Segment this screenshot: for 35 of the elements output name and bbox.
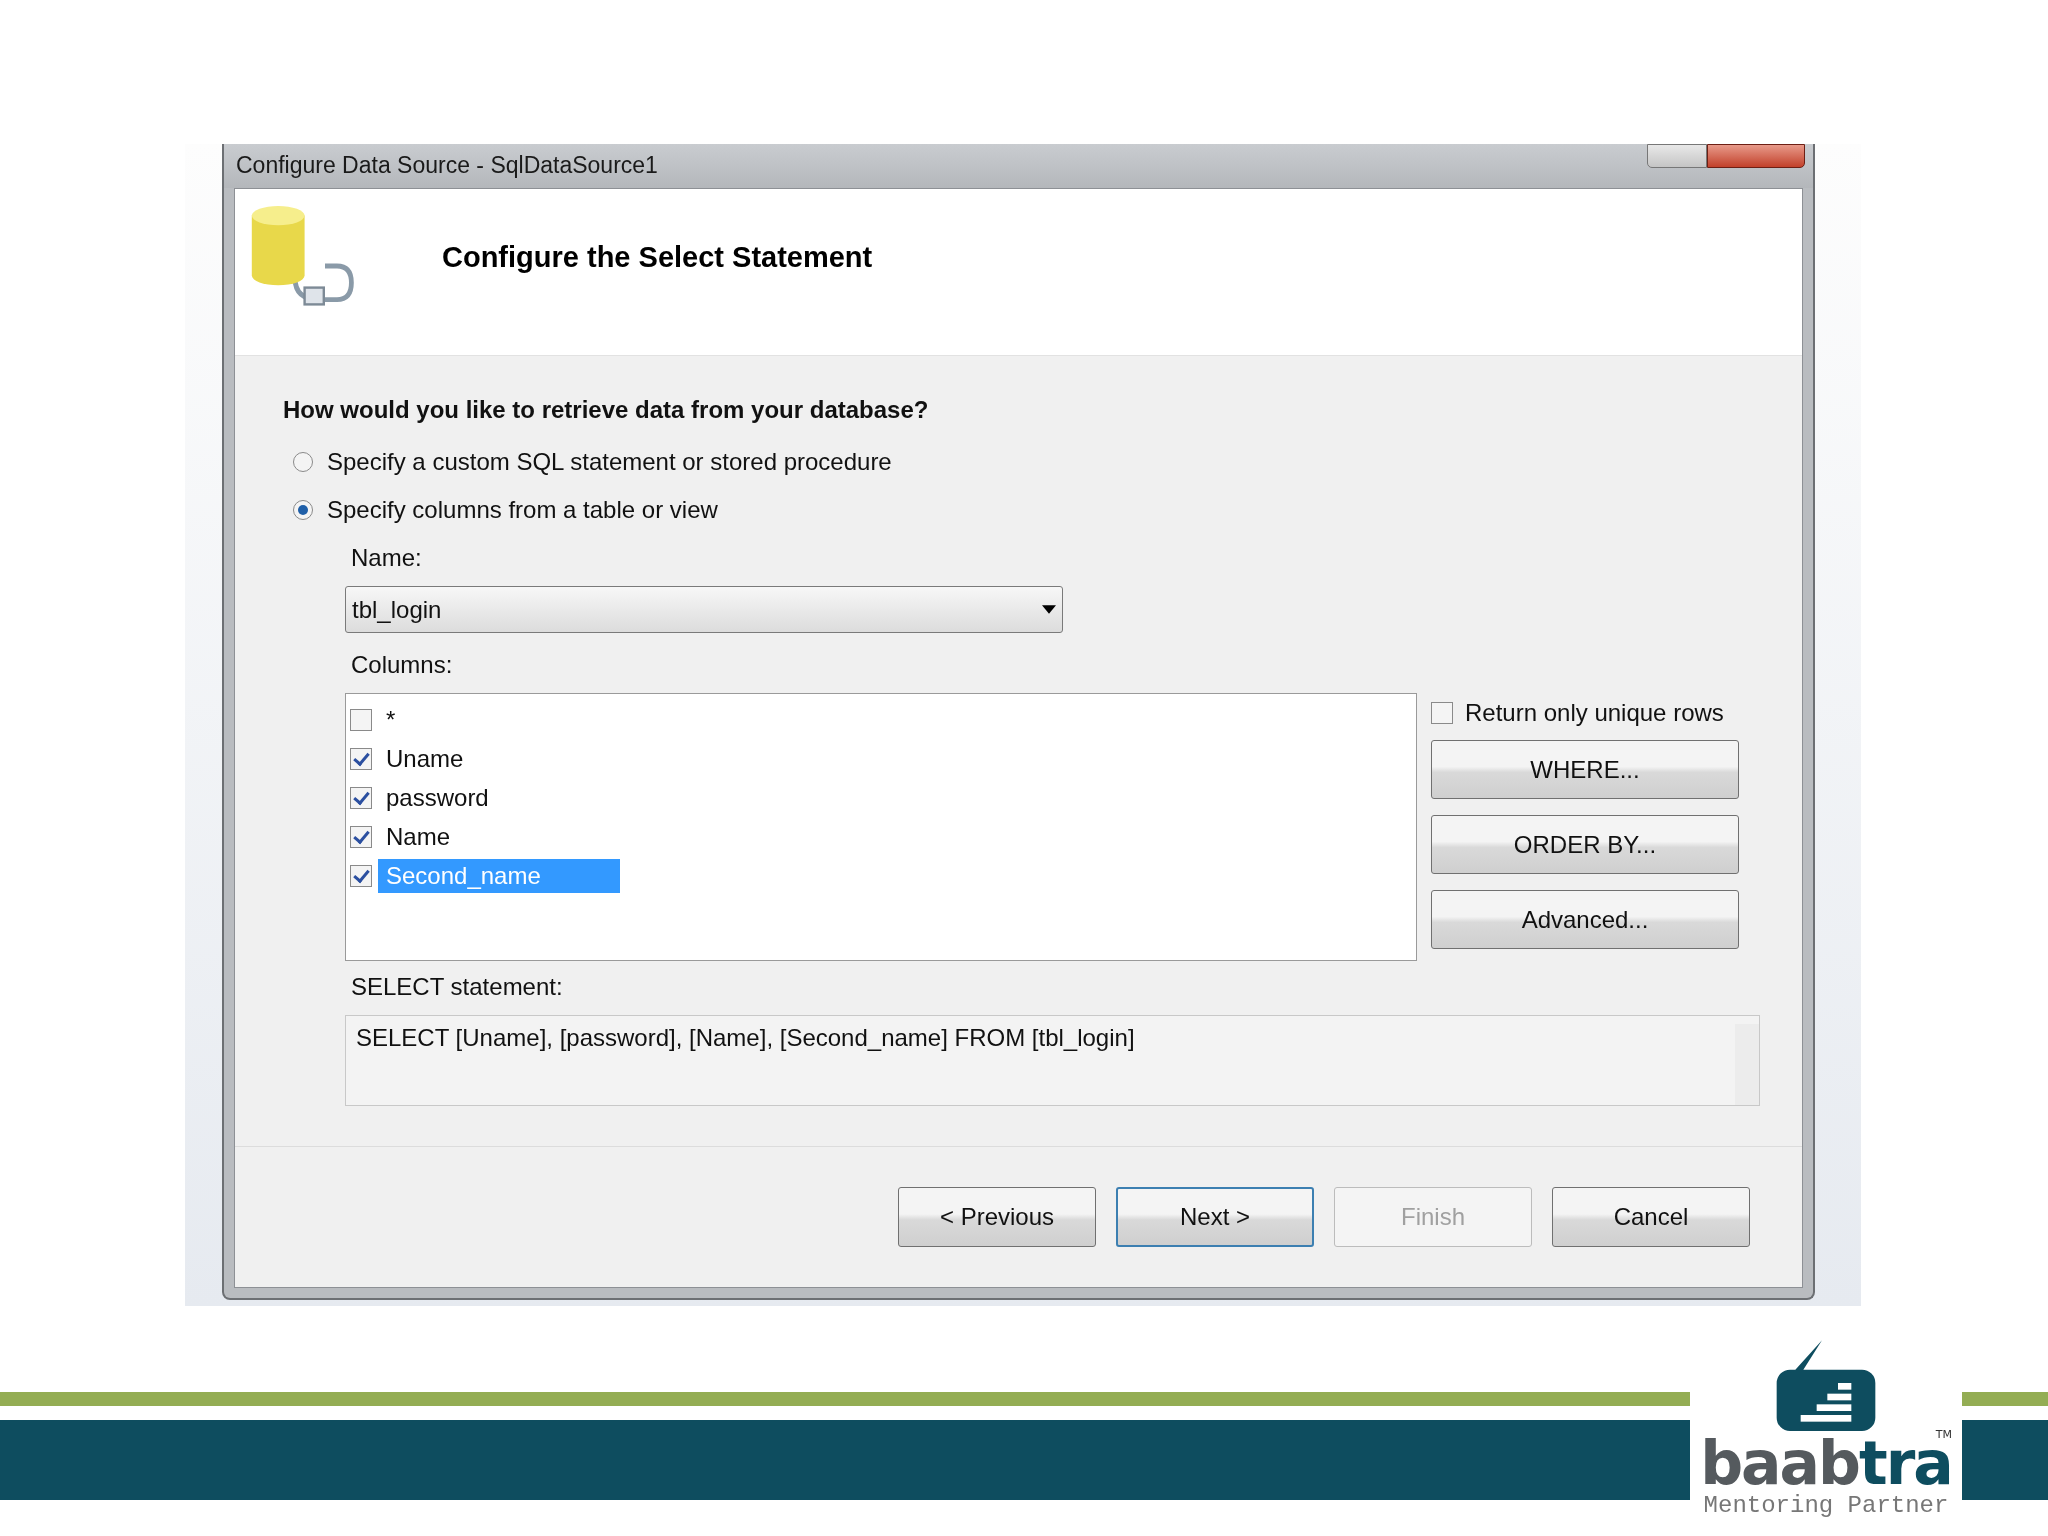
wizard-button[interactable]: Next >	[1116, 1187, 1314, 1247]
clause-button[interactable]: Advanced...	[1431, 890, 1739, 949]
column-item[interactable]: Uname	[378, 741, 472, 776]
clause-button[interactable]: WHERE...	[1431, 740, 1739, 799]
clause-button[interactable]: ORDER BY...	[1431, 815, 1739, 874]
checkbox[interactable]	[1431, 701, 1453, 724]
statement-field[interactable]: SELECT [Uname], [password], [Name], [Second_name] FROM [tbl_login]	[345, 1015, 1760, 1106]
column-item[interactable]: *	[378, 702, 404, 737]
wizard-button[interactable]: < Previous	[898, 1187, 1096, 1247]
page-heading: Configure the Select Statement	[442, 240, 873, 274]
caret-icon	[1042, 605, 1056, 614]
help-button[interactable]	[1647, 144, 1707, 168]
wizard-button[interactable]: Cancel	[1552, 1187, 1750, 1247]
checkbox[interactable]	[350, 747, 372, 770]
window-title: Configure Data Source - SqlDataSource1	[236, 151, 658, 179]
column-item[interactable]: password	[378, 780, 497, 815]
radio-button[interactable]	[293, 500, 313, 520]
question-text: How would you like to retrieve data from your database?	[283, 396, 930, 424]
column-item[interactable]: Name	[378, 819, 459, 854]
checkbox[interactable]	[350, 825, 372, 848]
name-label: Name:	[351, 544, 423, 572]
checkbox[interactable]	[350, 708, 372, 731]
logo-tagline: Mentoring Partner	[1703, 1492, 1949, 1519]
table-dropdown[interactable]: tbl_login	[345, 586, 1063, 633]
checkbox[interactable]	[350, 864, 372, 887]
statement-label: SELECT statement:	[351, 973, 564, 1001]
checkbox-label[interactable]: Return only unique rows	[1465, 698, 1724, 727]
checkbox[interactable]	[350, 786, 372, 809]
scrollbar[interactable]	[1735, 1024, 1759, 1105]
radio-button[interactable]	[293, 452, 313, 472]
close-button[interactable]	[1707, 144, 1805, 168]
columns-label: Columns:	[351, 651, 454, 679]
radio-label[interactable]: Specify a custom SQL statement or stored procedure	[327, 448, 892, 476]
trademark-sign: TM	[1935, 1428, 1952, 1441]
radio-label[interactable]: Specify columns from a table or view	[327, 496, 718, 524]
